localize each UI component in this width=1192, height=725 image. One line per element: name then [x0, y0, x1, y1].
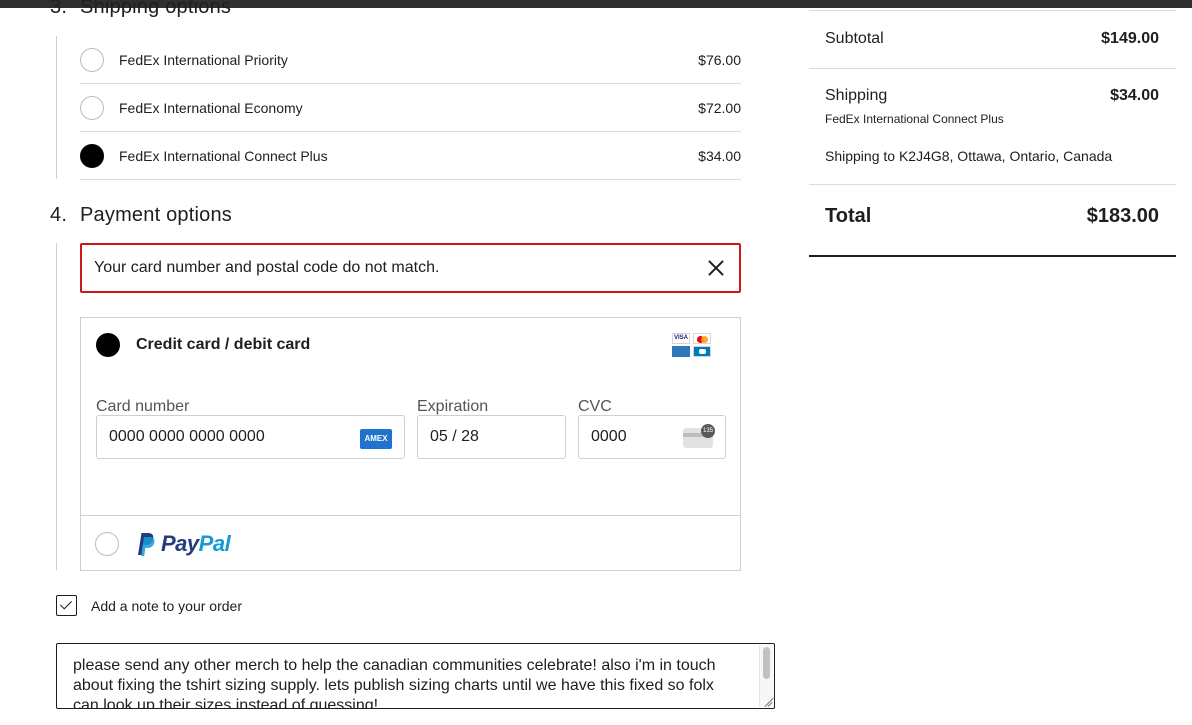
section-title-text: Payment options — [80, 204, 232, 226]
expiration-value: 05 / 28 — [430, 428, 479, 445]
shipping-method: FedEx International Connect Plus — [825, 112, 1004, 126]
cvc-value: 0000 — [591, 428, 627, 445]
section-title-text: Shipping options — [80, 0, 232, 18]
paypal-wordmark: PayPal — [161, 530, 231, 557]
summary-divider — [809, 68, 1176, 69]
cvc-hint-number: 135 — [701, 424, 715, 438]
shipping-option-price: $76.00 — [698, 51, 741, 68]
order-note-textarea[interactable]: please send any other merch to help the … — [56, 643, 775, 709]
summary-total-divider — [809, 255, 1176, 257]
scrollbar-thumb[interactable] — [763, 647, 770, 679]
shipping-option-economy[interactable]: FedEx International Economy $72.00 — [80, 84, 741, 132]
card-brand-logos: VISA — [672, 333, 712, 357]
summary-divider — [809, 184, 1176, 185]
radio-button[interactable] — [80, 47, 104, 72]
section-divider-line — [56, 243, 57, 570]
add-note-checkbox[interactable] — [56, 595, 77, 616]
cvc-label: CVC — [578, 398, 612, 415]
error-message: Your card number and postal code do not … — [94, 259, 440, 276]
card-number-input[interactable]: 0000 0000 0000 0000 AMEX — [96, 415, 405, 459]
payment-section-title: 4. Payment options — [50, 204, 232, 227]
shipping-option-name: FedEx International Priority — [119, 51, 288, 68]
credit-card-option[interactable]: Credit card / debit card — [96, 333, 310, 357]
section-number: 3. — [50, 0, 68, 18]
amex-logo-icon — [672, 346, 690, 357]
close-icon[interactable] — [705, 257, 727, 279]
shipping-option-price: $34.00 — [698, 147, 741, 164]
shipping-option-priority[interactable]: FedEx International Priority $76.00 — [80, 36, 741, 84]
radio-button-selected[interactable] — [80, 143, 104, 168]
cvc-input[interactable]: 0000 135 — [578, 415, 726, 459]
subtotal-label: Subtotal — [825, 30, 884, 47]
paypal-logo: PayPal — [135, 530, 231, 557]
shipping-option-name: FedEx International Connect Plus — [119, 147, 328, 164]
paypal-text-pay: Pay — [161, 530, 199, 556]
section-divider-line — [56, 36, 57, 179]
shipping-option-price: $72.00 — [698, 99, 741, 116]
subtotal-value: $149.00 — [1101, 30, 1159, 47]
diners-logo-icon — [693, 346, 711, 357]
order-note-text: please send any other merch to help the … — [73, 657, 716, 709]
radio-button[interactable] — [80, 95, 104, 120]
summary-divider — [809, 10, 1176, 11]
radio-button[interactable] — [95, 531, 119, 556]
shipping-section-title: 3. Shipping options — [50, 0, 231, 19]
expiration-input[interactable]: 05 / 28 — [417, 415, 566, 459]
total-label: Total — [825, 205, 872, 227]
credit-card-title: Credit card / debit card — [136, 336, 311, 353]
section-number: 4. — [50, 204, 68, 226]
shipping-label: Shipping — [825, 87, 888, 104]
resize-handle-icon[interactable] — [763, 697, 773, 707]
radio-button-selected[interactable] — [96, 333, 120, 357]
mastercard-logo-icon — [693, 333, 711, 344]
amex-card-icon: AMEX — [360, 429, 392, 449]
visa-logo-icon: VISA — [672, 333, 690, 344]
total-value: $183.00 — [1086, 205, 1159, 227]
cvc-card-icon: 135 — [683, 424, 715, 448]
add-note-label: Add a note to your order — [91, 597, 242, 614]
shipping-value: $34.00 — [1110, 87, 1159, 104]
payment-error-notice: Your card number and postal code do not … — [80, 243, 741, 293]
paypal-p-icon — [138, 532, 155, 556]
card-number-label: Card number — [96, 398, 190, 415]
shipping-option-connect-plus[interactable]: FedEx International Connect Plus $34.00 — [80, 132, 741, 180]
paypal-text-pal: Pal — [198, 530, 231, 556]
shipping-destination: Shipping to K2J4G8, Ottawa, Ontario, Can… — [825, 148, 1113, 164]
shipping-option-name: FedEx International Economy — [119, 99, 303, 116]
paypal-option[interactable]: PayPal — [80, 515, 741, 571]
expiration-label: Expiration — [417, 398, 489, 415]
add-note-row[interactable]: Add a note to your order — [56, 595, 242, 616]
card-number-value: 0000 0000 0000 0000 — [109, 428, 265, 445]
